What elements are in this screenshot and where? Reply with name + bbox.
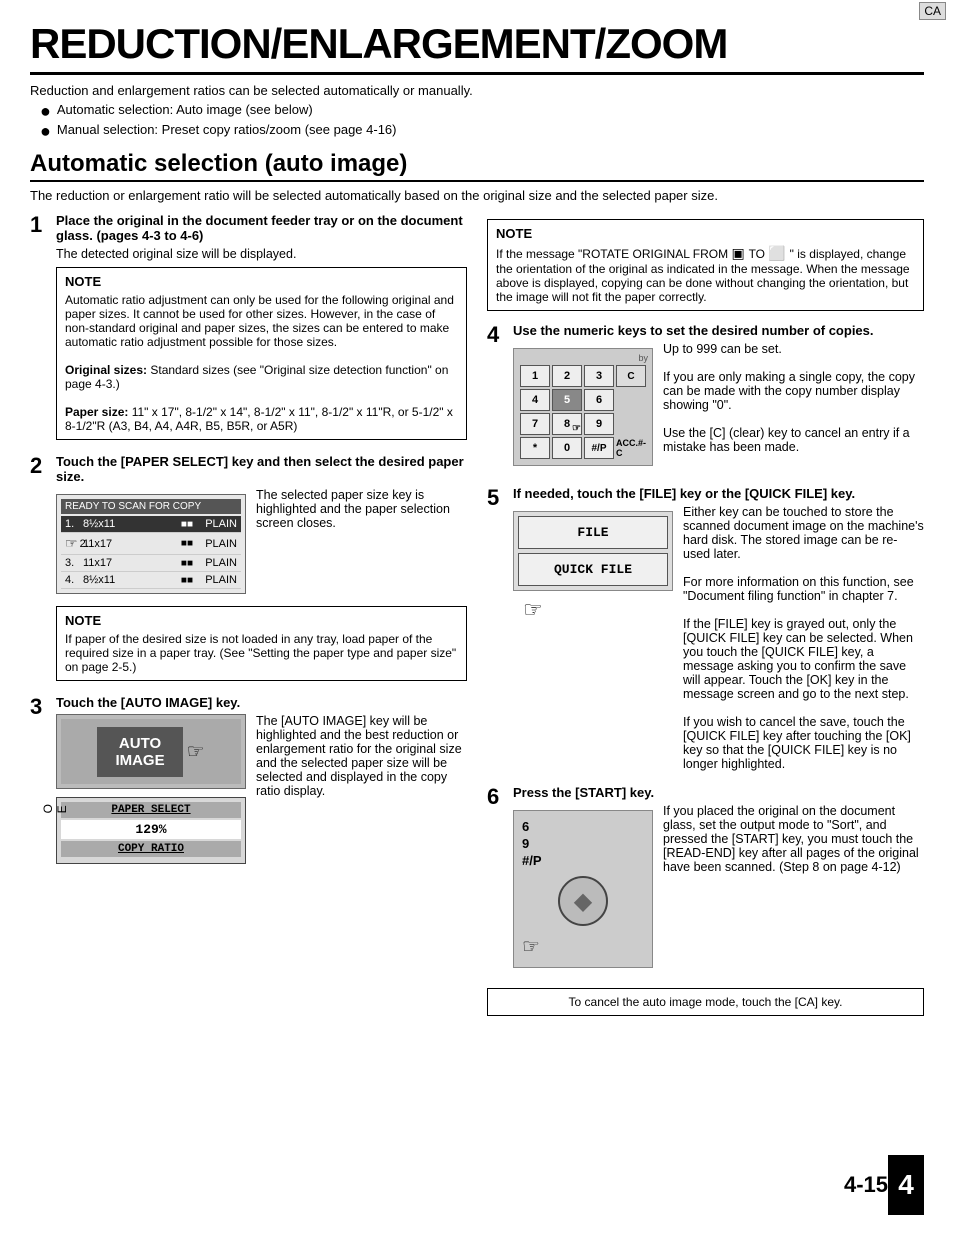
key-9[interactable]: 9	[584, 413, 614, 435]
step-6: 6 Press the [START] key. CA 6 9 #/P	[487, 785, 924, 980]
step-4-desc: Up to 999 can be set.	[663, 342, 924, 356]
cancel-bar: To cancel the auto image mode, touch the…	[487, 988, 924, 1016]
note-right-text: If the message "ROTATE ORIGINAL FROM ▣ T…	[496, 245, 915, 304]
copy-ratio-label: COPY RATIO	[61, 841, 241, 857]
label-6: 6	[522, 819, 542, 834]
screen-item-1: 1. 8½x11 ■■ PLAIN	[61, 516, 241, 533]
keypad-label: by	[518, 353, 648, 363]
step-1-note: NOTE Automatic ratio adjustment can only…	[56, 267, 467, 440]
keypad: by 1 2 3 C 4 5 6	[513, 348, 653, 466]
step-6-hand: ☞	[522, 934, 540, 959]
step-6-num: 6	[487, 785, 505, 809]
step-6-title: Press the [START] key.	[513, 785, 924, 800]
bullet-label-2: Manual selection: Preset copy ratios/zoo…	[57, 122, 397, 137]
step-1-note-text: Automatic ratio adjustment can only be u…	[65, 293, 458, 349]
bullet-1: ● Automatic selection: Auto image (see b…	[40, 102, 924, 120]
key-3[interactable]: 3	[584, 365, 614, 387]
step-3-num: 3	[30, 695, 48, 719]
step-4: 4 Use the numeric keys to set the desire…	[487, 323, 924, 478]
step-4-desc3: Use the [C] (clear) key to cancel an ent…	[663, 426, 924, 454]
screen-header: READY TO SCAN FOR COPY	[61, 499, 241, 514]
step-1-desc: The detected original size will be displ…	[56, 247, 467, 261]
key-1[interactable]: 1	[520, 365, 550, 387]
step-2-desc: The selected paper size key is highlight…	[256, 488, 467, 530]
step-6-text: If you placed the original on the docume…	[663, 804, 924, 874]
bullet-dot-2: ●	[40, 122, 51, 140]
key-8[interactable]: 8☞	[552, 413, 582, 435]
step-4-title: Use the numeric keys to set the desired …	[513, 323, 924, 338]
key-hash[interactable]: #/P	[584, 437, 614, 459]
label-9: 9	[522, 836, 542, 851]
key-blank-3: ACC.#-C	[616, 437, 646, 459]
step-4-text: Up to 999 can be set. If you are only ma…	[663, 342, 924, 454]
auto-image-display: AUTOIMAGE ☞	[56, 714, 246, 789]
key-blank-2	[616, 413, 646, 435]
step-5: 5 If needed, touch the [FILE] key or the…	[487, 486, 924, 777]
quick-file-button[interactable]: QUICK FILE	[518, 553, 668, 586]
key-2[interactable]: 2	[552, 365, 582, 387]
bullet-2: ● Manual selection: Preset copy ratios/z…	[40, 122, 924, 140]
key-star[interactable]: *	[520, 437, 550, 459]
step-5-title: If needed, touch the [FILE] key or the […	[513, 486, 924, 501]
key-blank-1	[616, 389, 646, 411]
paper-select-screen: READY TO SCAN FOR COPY 1. 8½x11 ■■ PLAIN…	[56, 494, 246, 594]
step-2-note-text: If paper of the desired size is not load…	[65, 632, 458, 674]
key-0[interactable]: 0	[552, 437, 582, 459]
paper-ratio-wrap: OE PAPER SELECT 129% COPY RATIO	[56, 793, 246, 868]
ca-button[interactable]: CA	[919, 2, 946, 20]
paper-select-display: PAPER SELECT 129% COPY RATIO	[56, 797, 246, 864]
step-1: 1 Place the original in the document fee…	[30, 213, 467, 446]
step-2: 2 Touch the [PAPER SELECT] key and then …	[30, 454, 467, 687]
start-screen: CA 6 9 #/P ◆ ☞	[513, 810, 653, 968]
page-title: REDUCTION/ENLARGEMENT/ZOOM	[30, 20, 924, 75]
key-7[interactable]: 7	[520, 413, 550, 435]
file-button[interactable]: FILE	[518, 516, 668, 549]
screen-item-3: 3. 11x17 ■■ PLAIN	[61, 555, 241, 572]
key-6[interactable]: 6	[584, 389, 614, 411]
step-1-num: 1	[30, 213, 48, 237]
step-4-num: 4	[487, 323, 505, 347]
section-title: Automatic selection (auto image)	[30, 150, 924, 182]
step-3-desc: The [AUTO IMAGE] key will be highlighted…	[256, 714, 467, 798]
step-2-note-title: NOTE	[65, 613, 458, 628]
step-2-note: NOTE If paper of the desired size is not…	[56, 606, 467, 681]
key-5[interactable]: 5	[552, 389, 582, 411]
section-desc: The reduction or enlargement ratio will …	[30, 188, 924, 203]
step-5-text: Either key can be touched to store the s…	[683, 505, 924, 771]
key-4[interactable]: 4	[520, 389, 550, 411]
key-c[interactable]: C	[616, 365, 646, 387]
note-right: NOTE If the message "ROTATE ORIGINAL FRO…	[487, 219, 924, 311]
step-3: 3 Touch the [AUTO IMAGE] key. AUTOIMAGE …	[30, 695, 467, 874]
step-5-num: 5	[487, 486, 505, 510]
chapter-tab: 4	[888, 1155, 924, 1215]
file-screen: FILE QUICK FILE	[513, 511, 673, 591]
step-1-original: Original sizes: Standard sizes (see "Ori…	[65, 363, 458, 391]
auto-image-btn: AUTOIMAGE	[97, 727, 182, 777]
screen-item-4: 4. 8½x11 ■■ PLAIN	[61, 572, 241, 589]
note-right-title: NOTE	[496, 226, 915, 241]
bullet-dot-1: ●	[40, 102, 51, 120]
bullet-label-1: Automatic selection: Auto image (see bel…	[57, 102, 313, 117]
step-1-note-title: NOTE	[65, 274, 458, 289]
step-1-title: Place the original in the document feede…	[56, 213, 467, 243]
ratio-value: 129%	[61, 820, 241, 839]
step-5-hand: ☞	[523, 597, 543, 622]
step-2-title: Touch the [PAPER SELECT] key and then se…	[56, 454, 467, 484]
step-2-num: 2	[30, 454, 48, 478]
step-1-paper: Paper size: 11" x 17", 8-1/2" x 14", 8-1…	[65, 405, 458, 433]
intro-text: Reduction and enlargement ratios can be …	[30, 83, 924, 98]
page-num-text: 4-15	[844, 1172, 888, 1198]
step-4-desc2: If you are only making a single copy, th…	[663, 370, 924, 412]
label-hash: #/P	[522, 853, 542, 868]
auto-image-hand: ☞	[187, 739, 205, 764]
side-labels: OE	[41, 803, 69, 813]
page-number-box: 4-15 4	[844, 1155, 924, 1215]
start-button[interactable]: ◆	[558, 876, 608, 926]
step-3-title: Touch the [AUTO IMAGE] key.	[56, 695, 467, 710]
screen-item-2: ☞2. 11x17 ■■ PLAIN	[61, 533, 241, 555]
paper-select-label: PAPER SELECT	[61, 802, 241, 818]
